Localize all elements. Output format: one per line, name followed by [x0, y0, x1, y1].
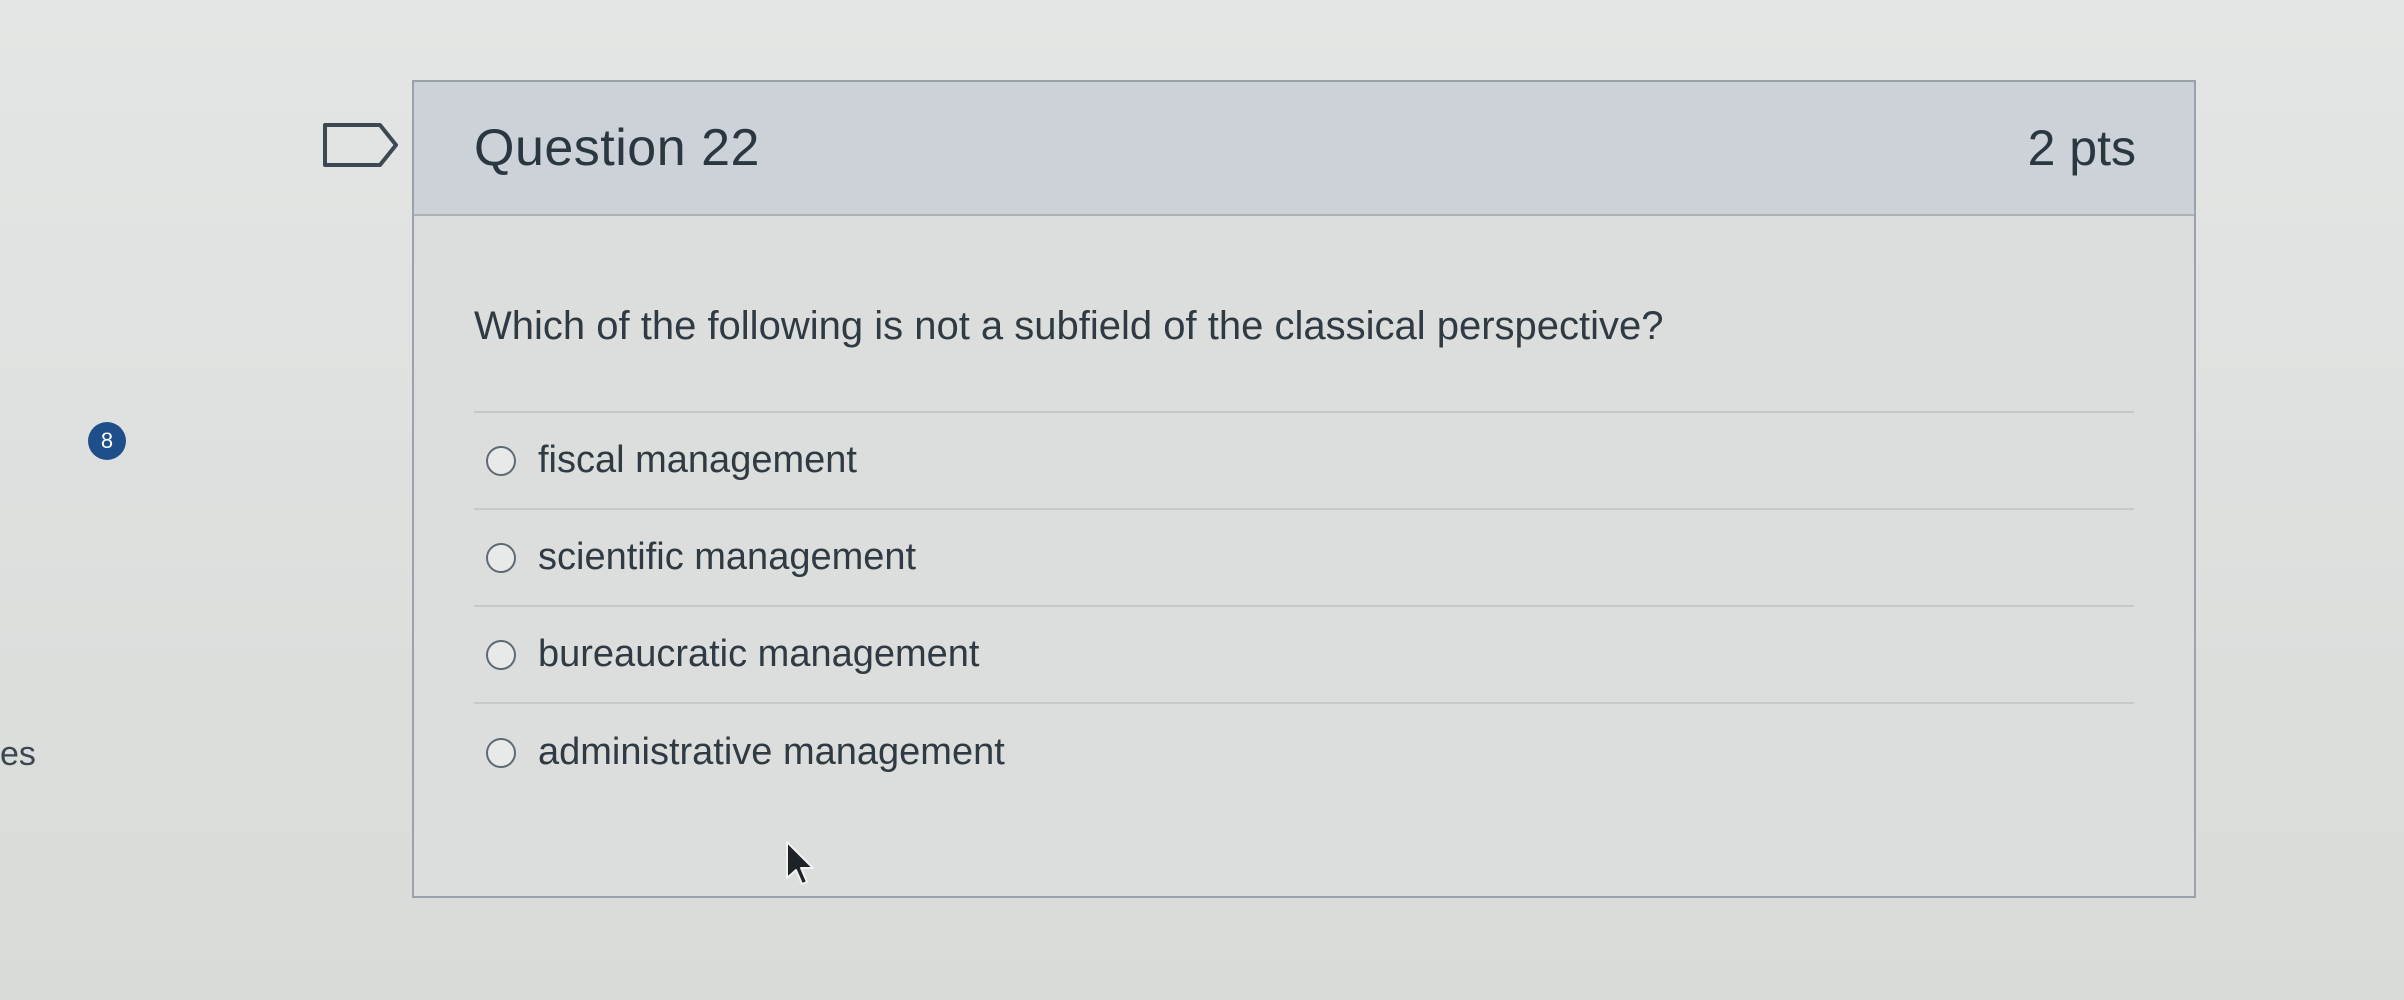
radio-button[interactable]: [486, 542, 516, 573]
answer-label: scientific management: [538, 536, 917, 578]
question-header: Question 22 2 pts: [414, 82, 2194, 216]
answer-option[interactable]: bureaucratic management: [474, 607, 2134, 704]
flag-icon[interactable]: [322, 122, 400, 168]
question-number-badge[interactable]: 8: [88, 422, 126, 460]
mouse-pointer-icon: [786, 841, 814, 885]
answer-option[interactable]: administrative management: [474, 704, 2134, 801]
answer-label: fiscal management: [538, 439, 857, 481]
question-text: Which of the following is not a subfield…: [474, 304, 1664, 348]
question-body: Which of the following is not a subfield…: [414, 216, 2194, 801]
answer-option[interactable]: scientific management: [474, 510, 2134, 607]
answer-label: administrative management: [538, 731, 1005, 773]
question-card: Question 22 2 pts Which of the following…: [412, 80, 2196, 898]
question-points: 2 pts: [2027, 120, 2136, 176]
answer-list: fiscal management scientific management …: [474, 411, 2134, 801]
radio-button[interactable]: [486, 445, 516, 476]
radio-button[interactable]: [486, 737, 516, 768]
radio-button[interactable]: [486, 639, 516, 670]
sidebar-text-fragment: es: [0, 735, 36, 773]
answer-option[interactable]: fiscal management: [474, 413, 2134, 510]
question-title: Question 22: [474, 119, 760, 177]
answer-label: bureaucratic management: [538, 633, 980, 675]
